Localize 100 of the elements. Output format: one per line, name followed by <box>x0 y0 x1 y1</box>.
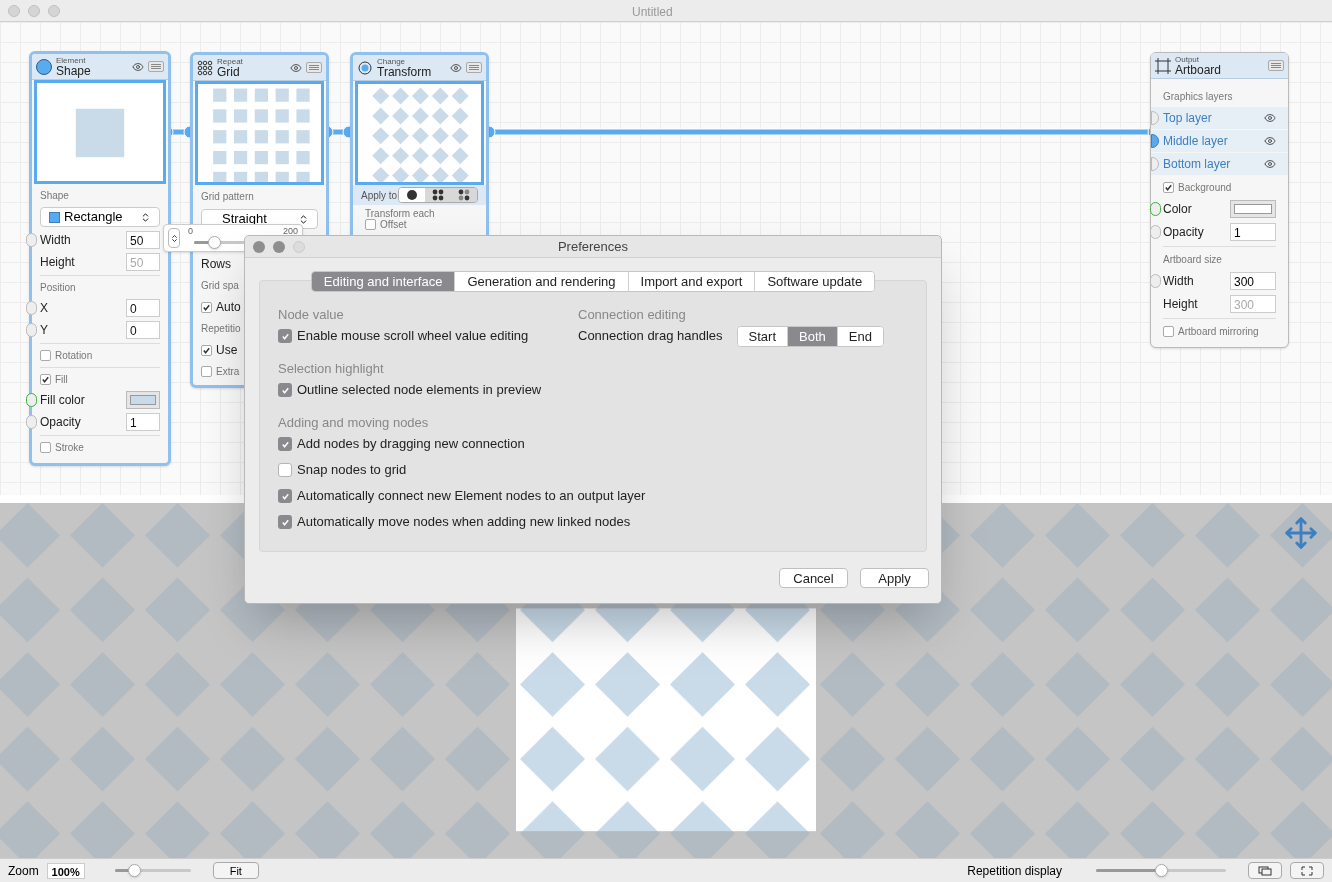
section-label: Offset <box>380 219 407 230</box>
node-header[interactable]: Output Artboard <box>1151 53 1288 79</box>
layer-row[interactable]: Middle layer <box>1151 130 1288 153</box>
field-label: Opacity <box>1163 224 1204 241</box>
checkbox[interactable] <box>201 344 212 356</box>
window-control-icon[interactable] <box>28 4 40 17</box>
port-icon[interactable] <box>1150 225 1161 239</box>
port-icon[interactable] <box>26 393 37 407</box>
color-well[interactable] <box>126 391 160 409</box>
value-field[interactable]: 1 <box>1230 223 1276 241</box>
artboard-icon <box>1155 57 1171 74</box>
field-label: Width <box>1163 273 1194 290</box>
value-field[interactable]: 0 <box>126 299 160 317</box>
port-icon[interactable] <box>1151 134 1159 148</box>
section-label: Grid pattern <box>201 190 255 204</box>
checkbox[interactable] <box>365 219 376 230</box>
checkbox[interactable] <box>278 437 292 451</box>
port-icon[interactable] <box>1150 274 1161 288</box>
fullscreen-icon <box>1301 865 1313 876</box>
node-header[interactable]: Repeat Grid <box>193 55 326 81</box>
eye-icon[interactable] <box>450 61 462 74</box>
dialog-button[interactable]: Cancel <box>779 568 848 588</box>
window-control-icon[interactable] <box>48 4 60 17</box>
checkbox[interactable] <box>278 515 292 529</box>
checkbox[interactable] <box>278 383 292 397</box>
eye-icon[interactable] <box>132 60 144 73</box>
port-icon[interactable] <box>1151 111 1159 125</box>
value-field[interactable]: 300 <box>1230 272 1276 290</box>
layer-name: Top layer <box>1163 110 1213 127</box>
checkbox[interactable] <box>201 301 212 313</box>
stepper[interactable] <box>168 228 180 248</box>
value-field[interactable]: 50 <box>126 231 160 249</box>
check-icon <box>280 517 290 527</box>
slider-thumb[interactable] <box>1155 864 1168 877</box>
updown-icon <box>169 233 179 243</box>
tab[interactable]: Software update <box>754 272 875 291</box>
checkbox[interactable] <box>278 329 292 343</box>
apply-segmented-control[interactable] <box>398 187 478 203</box>
layer-row[interactable]: Top layer <box>1151 107 1288 130</box>
port-icon[interactable] <box>26 323 37 337</box>
node-header[interactable]: Change Transform <box>353 55 486 81</box>
check-icon <box>280 385 290 395</box>
section-label: Repetitio <box>201 322 241 336</box>
window-control-icon[interactable] <box>273 240 285 253</box>
dot-icon <box>406 189 418 201</box>
window-mode-button[interactable] <box>1248 862 1282 879</box>
menu-icon[interactable] <box>1268 60 1284 71</box>
fullscreen-button[interactable] <box>1290 862 1324 879</box>
checkbox[interactable] <box>1163 326 1174 337</box>
checkbox[interactable] <box>1163 182 1174 193</box>
segment[interactable] <box>425 188 451 202</box>
layer-row[interactable]: Bottom layer <box>1151 153 1288 176</box>
node-card[interactable]: Element Shape Shape Rectangle Width 50 Height 50 Position X 0 Y 0 Rotation Fill Fill color Opacity 1 Stroke <box>29 51 171 466</box>
field-label: Height <box>40 254 75 271</box>
window-control-icon[interactable] <box>253 240 265 253</box>
zoom-field[interactable]: 100% <box>46 862 85 879</box>
checkbox[interactable] <box>278 489 292 503</box>
option-label: Connection drag handles <box>578 327 723 346</box>
slider-thumb[interactable] <box>207 236 221 249</box>
checkbox[interactable] <box>40 374 51 385</box>
eye-icon[interactable] <box>1264 112 1276 124</box>
dialog-button[interactable]: Apply <box>860 568 929 588</box>
checkbox[interactable] <box>40 442 51 453</box>
menu-icon[interactable] <box>306 62 322 73</box>
shape-dropdown[interactable]: Rectangle <box>40 207 160 227</box>
repetition-label: Repetition display <box>967 862 1062 880</box>
menu-icon[interactable] <box>466 62 482 73</box>
layer-name: Bottom layer <box>1163 156 1232 173</box>
value-field[interactable]: 1 <box>126 413 160 431</box>
port-icon[interactable] <box>26 233 37 247</box>
slider-max: 200 <box>282 226 298 236</box>
segment-button[interactable]: End <box>836 326 883 346</box>
slider-thumb[interactable] <box>127 864 141 877</box>
port-icon[interactable] <box>26 415 37 429</box>
port-icon[interactable] <box>1151 157 1159 171</box>
checkbox[interactable] <box>40 350 51 361</box>
eye-icon[interactable] <box>1264 158 1276 170</box>
section-label: Shape <box>40 189 70 203</box>
move-icon[interactable] <box>1284 516 1318 550</box>
node-card[interactable]: Output Artboard Graphics layers Top layer Middle layer Bottom layer Background Color Opacity 1 Artboard size Width 300 Height 300 Artboard mirroring <box>1150 52 1289 348</box>
eye-icon[interactable] <box>290 61 302 74</box>
menu-icon[interactable] <box>148 61 164 72</box>
fit-button[interactable]: Fit <box>212 862 259 879</box>
window-control-icon[interactable] <box>8 4 20 17</box>
field-label: Height <box>1163 296 1198 313</box>
node-header[interactable]: Element Shape <box>32 54 168 80</box>
field-label: Apply to <box>361 188 398 203</box>
value-field[interactable]: 0 <box>126 321 160 339</box>
check-icon <box>1164 183 1173 192</box>
segment[interactable] <box>399 188 425 202</box>
segment[interactable] <box>451 188 477 202</box>
field-label: Rows <box>201 256 231 273</box>
color-well[interactable] <box>1230 200 1276 218</box>
port-icon[interactable] <box>26 301 37 315</box>
node-category: Repeat <box>217 57 244 66</box>
checkbox[interactable] <box>278 463 292 477</box>
checkbox[interactable] <box>201 366 212 377</box>
eye-icon[interactable] <box>1264 135 1276 147</box>
section-label: Position <box>40 281 77 295</box>
port-icon[interactable] <box>1150 202 1161 216</box>
